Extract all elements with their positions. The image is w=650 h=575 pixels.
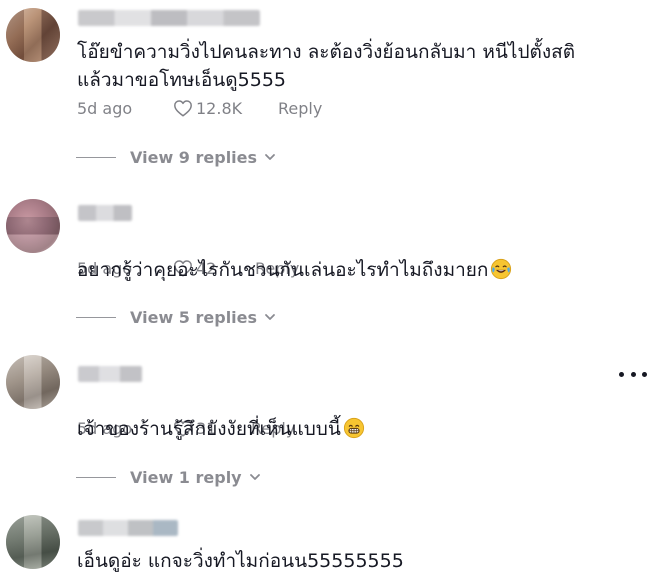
- view-replies-button[interactable]: View 5 replies: [76, 306, 276, 328]
- avatar[interactable]: [6, 515, 60, 569]
- like-button[interactable]: 12.8K: [173, 99, 278, 118]
- grinning-face-with-smiling-eyes-icon: [343, 417, 364, 439]
- comment-date: 5d ago: [77, 98, 133, 118]
- username-blurred[interactable]: [78, 10, 260, 26]
- face-with-tears-of-joy-icon: [491, 258, 512, 280]
- view-replies-label: View 1 reply: [130, 467, 242, 487]
- like-count: 42: [196, 258, 217, 278]
- more-horizontal-icon: [630, 371, 636, 377]
- view-replies-button[interactable]: View 9 replies: [76, 146, 276, 168]
- comment-text: โอ๊ยขำความวิ่งไปคนละทาง ละต้องวิ่งย้อนกล…: [77, 41, 576, 91]
- more-horizontal-icon: [642, 371, 647, 377]
- like-button[interactable]: 42: [173, 259, 255, 278]
- view-replies-label: View 9 replies: [130, 147, 258, 167]
- username-blurred[interactable]: [78, 366, 142, 382]
- chevron-down-icon: [265, 154, 275, 160]
- divider-line: [76, 316, 116, 318]
- username-blurred[interactable]: [78, 205, 132, 221]
- comment-meta: 5d ago 31 Reply: [77, 417, 295, 439]
- comment-date: 5d ago: [77, 258, 133, 278]
- comment-text: เอ็นดูอ่ะ แกจะวิ่งทำไมก่อนน55555555: [77, 550, 404, 572]
- chevron-down-icon: [265, 314, 275, 320]
- like-button[interactable]: 31: [173, 419, 251, 438]
- reply-button[interactable]: Reply: [278, 99, 322, 118]
- username-blurred[interactable]: [78, 520, 178, 536]
- divider-line: [76, 476, 116, 478]
- avatar[interactable]: [6, 199, 60, 253]
- heart-outline-icon: [174, 420, 192, 437]
- reply-button[interactable]: Reply: [255, 259, 299, 278]
- more-options-button[interactable]: [619, 364, 647, 384]
- heart-outline-icon: [174, 100, 192, 117]
- reply-button[interactable]: Reply: [251, 419, 295, 438]
- view-replies-button[interactable]: View 1 reply: [76, 466, 261, 488]
- comment-meta: 5d ago 42 Reply: [77, 257, 299, 279]
- view-replies-label: View 5 replies: [130, 307, 258, 327]
- comment-date: 5d ago: [77, 418, 133, 438]
- heart-outline-icon: [174, 260, 192, 277]
- chevron-down-icon: [249, 474, 260, 480]
- more-horizontal-icon: [619, 371, 624, 377]
- divider-line: [76, 156, 116, 158]
- like-count: 12.8K: [196, 98, 243, 118]
- comment-meta: 5d ago 12.8K Reply: [77, 97, 322, 119]
- avatar[interactable]: [6, 355, 60, 409]
- avatar[interactable]: [6, 8, 60, 62]
- like-count: 31: [196, 418, 217, 438]
